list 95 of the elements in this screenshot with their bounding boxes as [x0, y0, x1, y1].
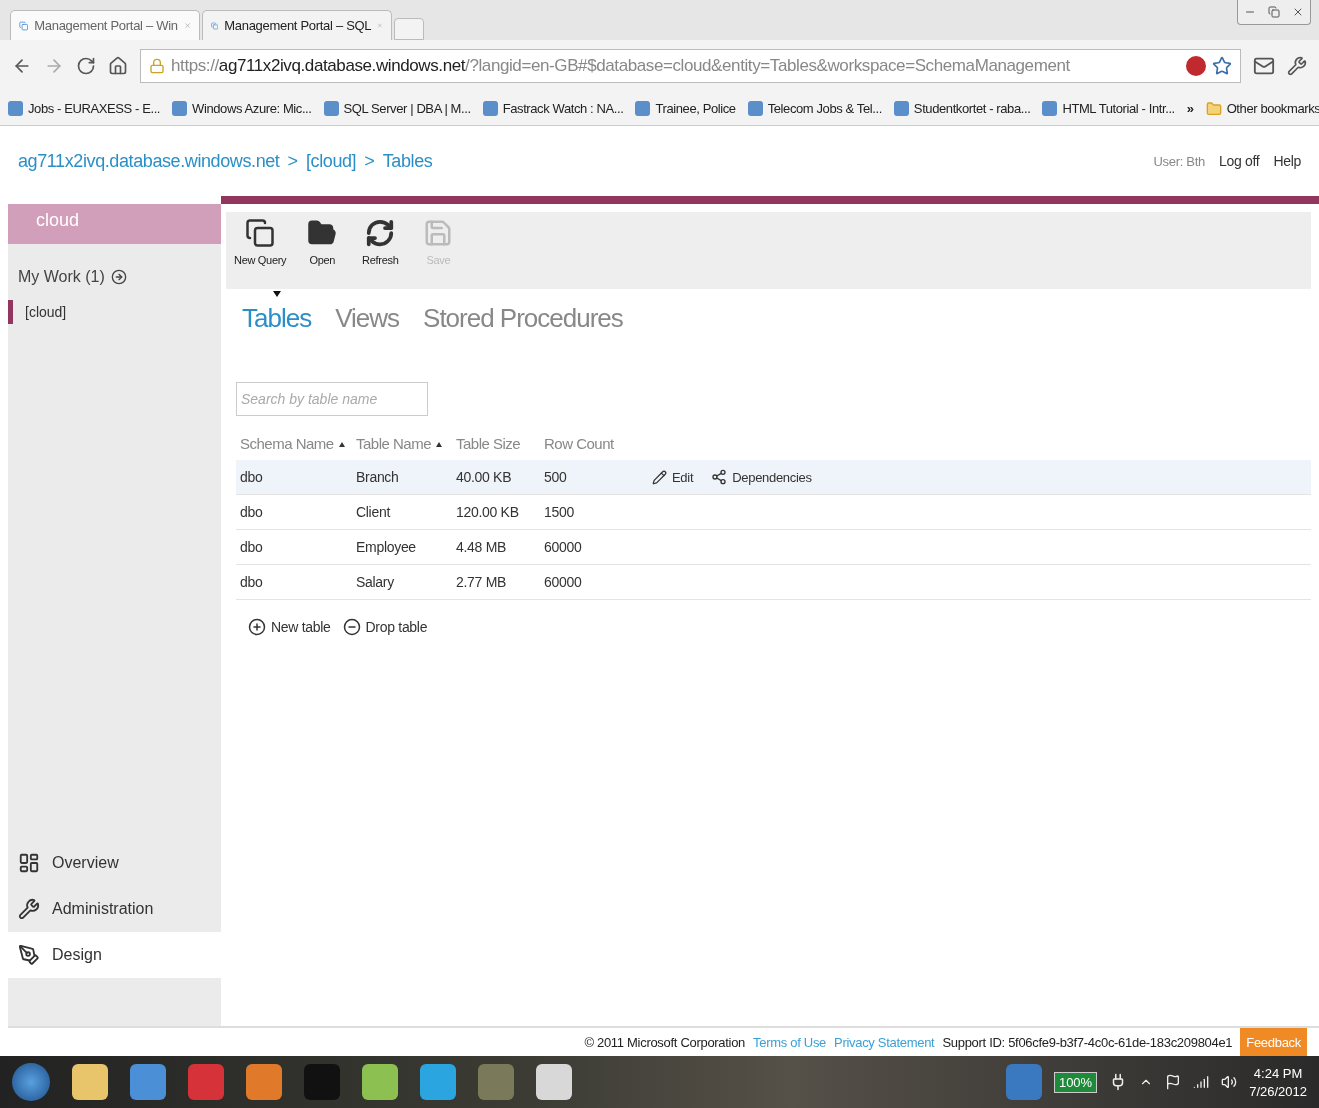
my-work-label: My Work (1) [18, 268, 105, 286]
dashboard-icon [18, 852, 40, 874]
bookmark-link[interactable]: HTML Tutorial - Intr... [1042, 101, 1175, 116]
flag-icon[interactable] [1165, 1074, 1182, 1090]
copyright-text: © 2011 Microsoft Corporation [584, 1034, 746, 1050]
table-cell-text: 60000 [544, 539, 583, 555]
site-icon [747, 101, 763, 116]
table-row[interactable]: dbo Branch 40.00 KB 500 Edit Dependencies [236, 460, 1311, 495]
bookmark-link[interactable]: SQL Server | DBA | M... [323, 101, 471, 116]
tab[interactable]: Views [335, 291, 400, 334]
sidebar-title: cloud [8, 204, 221, 244]
column-header[interactable]: Table Size [456, 434, 521, 454]
row-action-link[interactable]: Edit [652, 469, 694, 485]
table-cell-text: 1500 [544, 504, 575, 520]
signal-icon[interactable] [1193, 1074, 1210, 1090]
table-cell-text: 40.00 KB [456, 469, 513, 485]
new-query-icon [245, 218, 276, 248]
lock-icon [149, 58, 165, 74]
start-button[interactable] [12, 1063, 50, 1101]
breadcrumb-link[interactable]: [cloud] [306, 150, 357, 172]
window-icon [19, 18, 29, 33]
search-field[interactable]: Search by table name [236, 382, 428, 416]
close-icon [1292, 6, 1304, 18]
bookmark-link[interactable]: Telecom Jobs & Tel... [747, 101, 882, 116]
column-header[interactable]: Row Count [544, 434, 614, 454]
site-icon [172, 101, 188, 116]
toolbar-button[interactable]: Refresh [358, 218, 403, 283]
site-icon [482, 101, 498, 116]
table-cell-text: 120.00 KB [456, 504, 520, 520]
table-action-link[interactable]: Drop table [342, 618, 428, 636]
table-cell-text: 4.48 MB [456, 539, 508, 555]
table-cell-text: Salary [356, 574, 395, 590]
column-header[interactable]: Table Name [356, 434, 432, 454]
column-header[interactable]: Schema Name [240, 434, 334, 454]
refresh-icon [365, 218, 396, 248]
bookmark-link[interactable]: Fastrack Watch : NA... [482, 101, 624, 116]
more-bookmarks-button[interactable]: » [1186, 101, 1194, 116]
edit-icon [652, 469, 667, 485]
bookmark-link[interactable]: Trainee, Police [635, 101, 736, 116]
breadcrumb-link[interactable]: ag711x2ivq.database.windows.net [18, 150, 280, 172]
user-label: User: Bth [1153, 153, 1205, 169]
table-cell-text: 500 [544, 469, 568, 485]
site-icon [1042, 101, 1058, 116]
sort-arrow-icon[interactable] [338, 441, 345, 447]
table-cell-text: Branch [356, 469, 400, 485]
toolbar-button[interactable]: Open [300, 218, 345, 283]
browser-tab[interactable]: Management Portal – Win [10, 10, 200, 40]
toolbar-button[interactable]: New Query [234, 218, 287, 283]
table-cell-text: Client [356, 504, 392, 520]
bookmark-link[interactable]: Windows Azure: Mic... [172, 101, 312, 116]
bookmark-link[interactable]: Studentkortet - raba... [893, 101, 1031, 116]
tab[interactable]: Stored Procedures [423, 291, 623, 334]
bookmark-link[interactable]: Jobs - EURAXESS - E... [8, 101, 161, 116]
header-link[interactable]: Log off [1218, 153, 1260, 169]
clock[interactable]: 4:24 PM 7/26/2012 [1249, 1065, 1307, 1099]
bookmark-folder[interactable]: Other bookmarks [1205, 100, 1319, 117]
breadcrumb-link[interactable]: Tables [382, 150, 433, 172]
minus-circle-icon [342, 618, 361, 636]
nav-item[interactable]: Overview [8, 840, 221, 886]
site-icon [323, 101, 339, 116]
restore-icon [1268, 6, 1280, 18]
nav-item[interactable]: Design [8, 932, 221, 978]
arrow-circle-icon[interactable] [110, 269, 127, 285]
table-cell-text: Employee [356, 539, 417, 555]
wrench-icon[interactable] [1287, 56, 1307, 76]
breadcrumb-separator: > [287, 150, 298, 172]
battery-indicator[interactable]: 100% [1053, 1071, 1098, 1093]
table-cell-text: dbo [240, 574, 264, 590]
support-id-text: Support ID: 5f06cfe9-b3f7-4c0c-61de-183c209804e1 [942, 1034, 1233, 1050]
site-icon [635, 101, 651, 116]
sidebar-item[interactable]: [cloud] [8, 300, 221, 324]
table-action-link[interactable]: New table [248, 618, 331, 636]
plus-circle-icon [248, 618, 266, 636]
pen-icon [18, 944, 40, 966]
star-icon[interactable] [1212, 56, 1232, 76]
table-cell-text: 2.77 MB [456, 574, 508, 590]
site-icon [893, 101, 909, 116]
browser-tab[interactable]: Management Portal – SQL [202, 10, 392, 40]
nav-item[interactable]: Administration [8, 886, 221, 932]
home-icon[interactable] [108, 56, 128, 76]
table-cell-text: dbo [240, 539, 264, 555]
reload-icon[interactable] [76, 56, 96, 76]
sort-arrow-icon[interactable] [436, 441, 443, 447]
table-cell-text: 60000 [544, 574, 583, 590]
site-icon [8, 101, 23, 116]
row-action-link[interactable]: Dependencies [711, 469, 812, 485]
address-field[interactable]: https://ag711x2ivq.database.windows.net/?langid=en-GB#$database=cloud&entity=Tables&workspace=SchemaManagement [140, 49, 1241, 83]
speaker-icon[interactable] [1221, 1074, 1238, 1090]
table-cell-text: dbo [240, 504, 264, 520]
tab[interactable]: Tables [242, 291, 312, 334]
table-cell-text: dbo [240, 469, 264, 485]
breadcrumb-separator: > [364, 150, 375, 172]
dependencies-icon [711, 469, 728, 485]
header-link[interactable]: Help [1273, 153, 1301, 169]
mail-icon[interactable] [1253, 55, 1275, 77]
